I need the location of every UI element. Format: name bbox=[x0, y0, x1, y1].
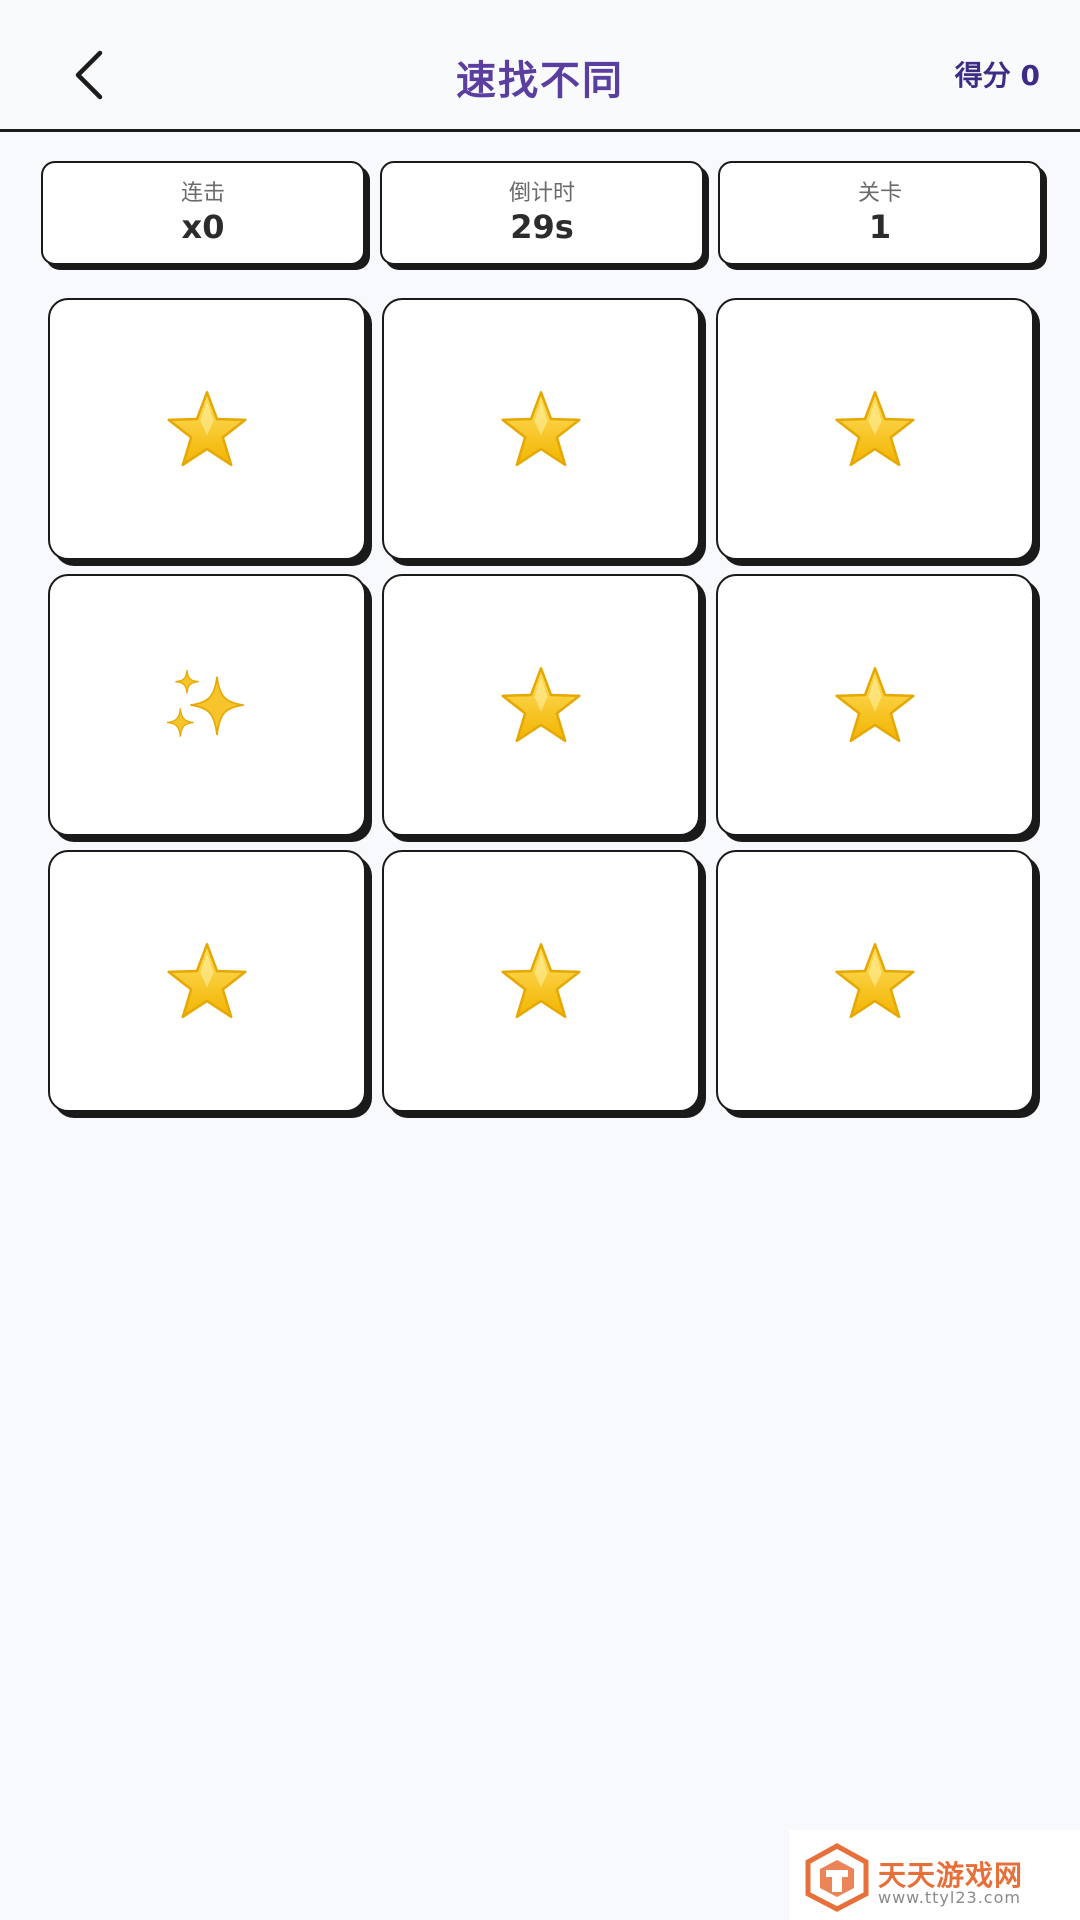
grid-cell[interactable] bbox=[382, 298, 700, 560]
stat-combo: 连击 x0 bbox=[41, 161, 365, 265]
grid-cell[interactable] bbox=[382, 850, 700, 1112]
watermark-url: www.ttyl23.com bbox=[878, 1888, 1021, 1907]
sparkles-icon bbox=[165, 665, 249, 745]
stat-countdown-label: 倒计时 bbox=[508, 181, 575, 206]
grid-cell[interactable] bbox=[48, 298, 366, 560]
star-icon bbox=[833, 941, 917, 1021]
star-icon bbox=[165, 389, 249, 469]
header-bar: 速找不同 得分 0 bbox=[0, 0, 1080, 132]
grid-cell[interactable] bbox=[716, 850, 1034, 1112]
grid-cell[interactable] bbox=[716, 298, 1034, 560]
stat-countdown: 倒计时 29s bbox=[380, 161, 704, 265]
star-icon bbox=[833, 665, 917, 745]
game-screen: 速找不同 得分 0 连击 x0 倒计时 29s 关卡 1 天天游戏网 www.t… bbox=[0, 0, 1080, 1920]
grid-cell[interactable] bbox=[48, 850, 366, 1112]
watermark-logo-icon bbox=[805, 1843, 869, 1912]
stat-combo-label: 连击 bbox=[180, 181, 225, 206]
stat-level: 关卡 1 bbox=[718, 161, 1042, 265]
star-icon bbox=[499, 665, 583, 745]
page-title: 速找不同 bbox=[456, 58, 624, 104]
grid-cell[interactable] bbox=[382, 574, 700, 836]
star-icon bbox=[833, 389, 917, 469]
stat-combo-value: x0 bbox=[181, 208, 225, 246]
score-display: 得分 0 bbox=[954, 59, 1040, 92]
stat-level-label: 关卡 bbox=[857, 181, 902, 206]
star-icon bbox=[499, 389, 583, 469]
watermark: 天天游戏网 www.ttyl23.com bbox=[790, 1830, 1080, 1920]
grid-cell[interactable] bbox=[48, 574, 366, 836]
stat-level-value: 1 bbox=[868, 208, 892, 246]
grid-cell[interactable] bbox=[716, 574, 1034, 836]
star-icon bbox=[165, 941, 249, 1021]
star-icon bbox=[499, 941, 583, 1021]
stat-countdown-value: 29s bbox=[510, 208, 574, 246]
